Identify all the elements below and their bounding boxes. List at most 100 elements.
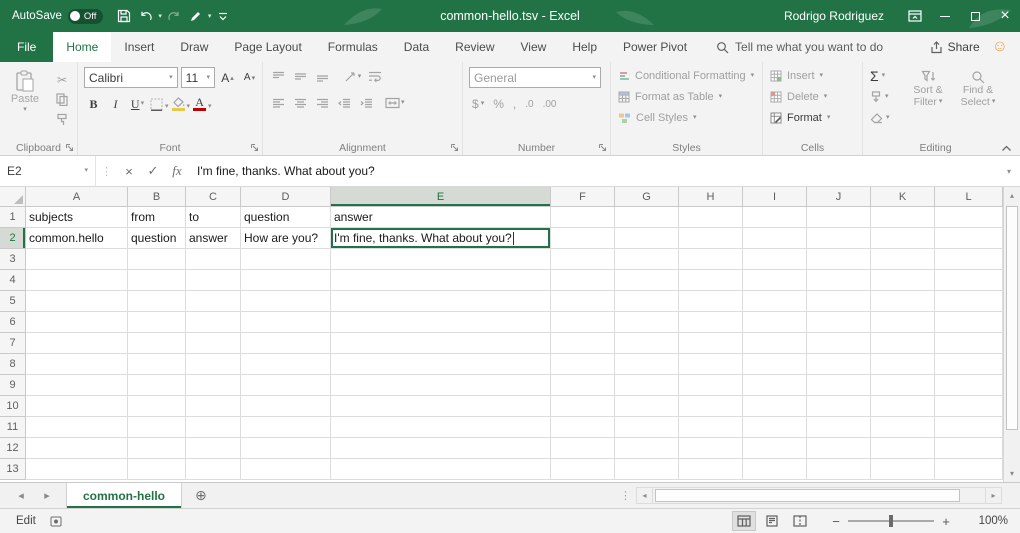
cell-A8[interactable] — [26, 354, 128, 375]
cell-G13[interactable] — [615, 459, 679, 480]
underline-button[interactable]: U▾ — [128, 94, 147, 114]
zoom-slider[interactable] — [848, 520, 934, 522]
cut-button[interactable]: ✂ — [51, 71, 73, 88]
number-format-combobox[interactable]: General ▾ — [469, 67, 601, 88]
cell-K1[interactable] — [871, 207, 935, 228]
cell-E2[interactable]: I'm fine, thanks. What about you? — [331, 228, 551, 249]
tab-home[interactable]: Home — [53, 32, 111, 62]
cell-F13[interactable] — [551, 459, 615, 480]
format-as-table-dropdown-icon[interactable]: ▾ — [719, 93, 723, 101]
format-painter-button[interactable] — [51, 111, 73, 128]
cell-E10[interactable] — [331, 396, 551, 417]
cell-C8[interactable] — [186, 354, 241, 375]
normal-view-button[interactable] — [732, 511, 756, 531]
row-header-10[interactable]: 10 — [0, 396, 26, 417]
delete-dropdown-icon[interactable]: ▾ — [824, 93, 828, 101]
zoom-level[interactable]: 100% — [964, 515, 1008, 527]
autosum-dropdown-icon[interactable]: ▾ — [882, 72, 886, 80]
cell-G9[interactable] — [615, 375, 679, 396]
cell-F7[interactable] — [551, 333, 615, 354]
insert-function-button[interactable]: fx — [165, 156, 189, 186]
borders-button[interactable]: ▾ — [150, 98, 169, 111]
tab-review[interactable]: Review — [442, 32, 507, 62]
align-bottom-button[interactable] — [313, 67, 332, 87]
alignment-dialog-launcher[interactable] — [450, 143, 459, 152]
cell-K12[interactable] — [871, 438, 935, 459]
conditional-formatting-button[interactable]: Conditional Formatting ▾ — [615, 65, 757, 86]
align-top-button[interactable] — [269, 67, 288, 87]
cell-D12[interactable] — [241, 438, 331, 459]
undo-dropdown-icon[interactable]: ▾ — [158, 12, 162, 20]
cell-F11[interactable] — [551, 417, 615, 438]
cell-C12[interactable] — [186, 438, 241, 459]
name-box[interactable]: E2 ▾ — [0, 156, 96, 186]
cell-E7[interactable] — [331, 333, 551, 354]
cell-E9[interactable] — [331, 375, 551, 396]
cell-B11[interactable] — [128, 417, 186, 438]
cell-K4[interactable] — [871, 270, 935, 291]
cell-L2[interactable] — [935, 228, 1003, 249]
cell-D4[interactable] — [241, 270, 331, 291]
cell-E8[interactable] — [331, 354, 551, 375]
tab-help[interactable]: Help — [559, 32, 610, 62]
tab-view[interactable]: View — [508, 32, 560, 62]
clipboard-dialog-launcher[interactable] — [65, 143, 74, 152]
cell-F9[interactable] — [551, 375, 615, 396]
cell-I12[interactable] — [743, 438, 807, 459]
column-header-L[interactable]: L — [935, 187, 1003, 207]
cell-B9[interactable] — [128, 375, 186, 396]
cell-J12[interactable] — [807, 438, 871, 459]
cell-G5[interactable] — [615, 291, 679, 312]
vertical-scrollbar[interactable]: ▴ ▾ — [1003, 187, 1020, 482]
tab-file[interactable]: File — [0, 32, 53, 62]
cell-L5[interactable] — [935, 291, 1003, 312]
pen-dropdown-icon[interactable]: ▾ — [208, 12, 212, 20]
cell-E3[interactable] — [331, 249, 551, 270]
bold-button[interactable]: B — [84, 94, 103, 114]
tab-insert[interactable]: Insert — [111, 32, 167, 62]
scroll-right-icon[interactable]: ▸ — [985, 487, 1002, 504]
cell-L10[interactable] — [935, 396, 1003, 417]
comma-style-button[interactable]: , — [510, 94, 519, 114]
orientation-button[interactable]: ▾ — [343, 67, 362, 87]
cell-I10[interactable] — [743, 396, 807, 417]
pen-button[interactable] — [185, 4, 207, 28]
cell-J11[interactable] — [807, 417, 871, 438]
paste-button[interactable]: Paste ▾ — [4, 67, 46, 128]
fill-button[interactable]: ▾ — [867, 87, 903, 107]
cell-F6[interactable] — [551, 312, 615, 333]
undo-button[interactable] — [135, 4, 157, 28]
page-layout-view-button[interactable] — [760, 511, 784, 531]
cell-J2[interactable] — [807, 228, 871, 249]
cell-C3[interactable] — [186, 249, 241, 270]
cell-C2[interactable]: answer — [186, 228, 241, 249]
cell-A10[interactable] — [26, 396, 128, 417]
number-dialog-launcher[interactable] — [598, 143, 607, 152]
cell-L8[interactable] — [935, 354, 1003, 375]
cell-I13[interactable] — [743, 459, 807, 480]
cell-G2[interactable] — [615, 228, 679, 249]
font-dialog-launcher[interactable] — [250, 143, 259, 152]
cell-H5[interactable] — [679, 291, 743, 312]
increase-decimal-button[interactable]: .0 — [522, 94, 536, 114]
fill-dropdown-icon[interactable]: ▾ — [885, 93, 889, 101]
cell-C7[interactable] — [186, 333, 241, 354]
cell-H4[interactable] — [679, 270, 743, 291]
save-button[interactable] — [113, 4, 135, 28]
cell-A1[interactable]: subjects — [26, 207, 128, 228]
sheet-tab-common-hello[interactable]: common-hello — [66, 483, 182, 508]
cell-C6[interactable] — [186, 312, 241, 333]
column-header-C[interactable]: C — [186, 187, 241, 207]
cell-H3[interactable] — [679, 249, 743, 270]
cell-B8[interactable] — [128, 354, 186, 375]
page-break-view-button[interactable] — [788, 511, 812, 531]
cell-styles-dropdown-icon[interactable]: ▾ — [693, 114, 697, 122]
clear-dropdown-icon[interactable]: ▾ — [886, 114, 890, 122]
font-name-combobox[interactable]: Calibri ▾ — [84, 67, 178, 88]
cell-D10[interactable] — [241, 396, 331, 417]
number-format-dropdown-icon[interactable]: ▾ — [592, 74, 596, 82]
cell-C5[interactable] — [186, 291, 241, 312]
sheet-nav-left-icon[interactable]: ◂ — [8, 489, 34, 502]
cell-J10[interactable] — [807, 396, 871, 417]
column-header-I[interactable]: I — [743, 187, 807, 207]
